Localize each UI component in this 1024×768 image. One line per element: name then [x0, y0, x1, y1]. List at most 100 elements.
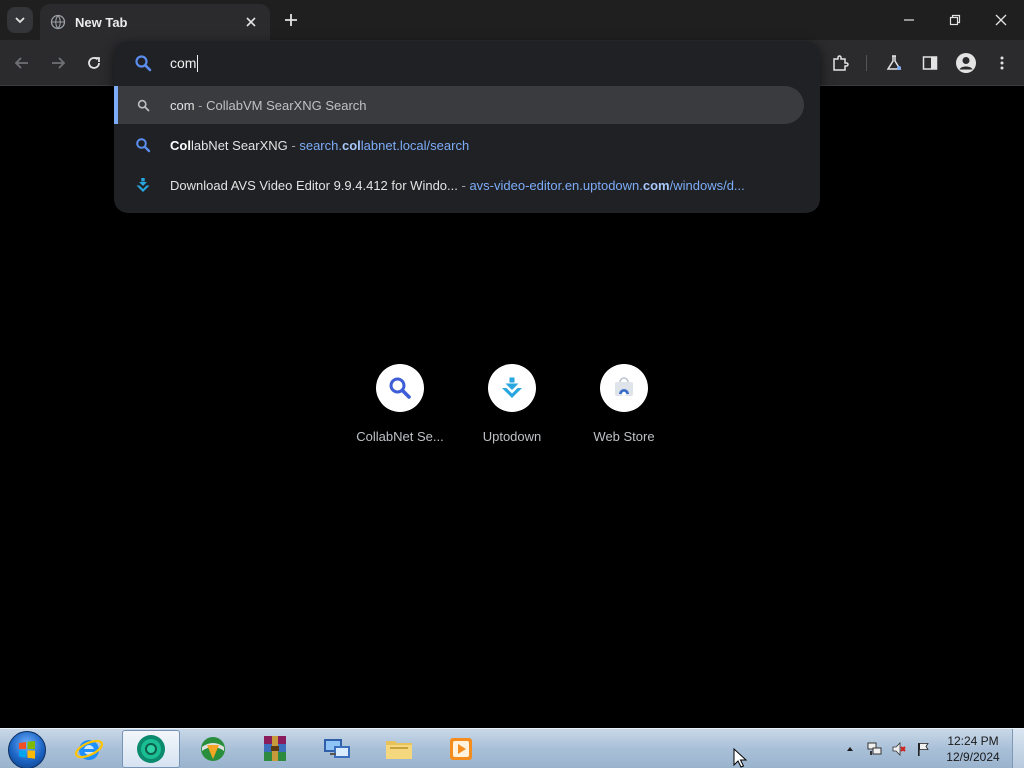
- suggestion-row-search[interactable]: com - CollabVM SearXNG Search: [114, 86, 804, 124]
- suggestion-separator: -: [287, 137, 300, 153]
- arrow-right-icon: [52, 57, 66, 69]
- windows-taskbar: 12:24 PM 12/9/2024: [0, 728, 1024, 768]
- minimize-icon: [904, 19, 914, 21]
- taskbar-clock[interactable]: 12:24 PM 12/9/2024: [936, 733, 1010, 765]
- close-icon: [995, 14, 1007, 26]
- search-icon: [389, 377, 411, 399]
- shortcut-icon-circle: [376, 364, 424, 412]
- remote-desktop-icon: [324, 739, 350, 758]
- searxng-search-icon: [135, 137, 151, 153]
- tray-network[interactable]: [864, 729, 886, 768]
- search-icon: [135, 97, 151, 113]
- suggestion-url: search.collabnet.local/search: [299, 138, 469, 153]
- minimize-button[interactable]: [886, 0, 932, 40]
- show-desktop-button[interactable]: [1012, 729, 1024, 768]
- clock-date: 12/9/2024: [946, 750, 1000, 764]
- suggestion-url-match: col: [341, 137, 361, 153]
- shortcut-label: CollabNet Se...: [356, 429, 444, 444]
- suggestion-row-collabnet[interactable]: CollabNet SearXNG - search.collabnet.loc…: [114, 126, 804, 164]
- shortcut-label: Web Store: [593, 429, 655, 444]
- volume-muted-icon: [892, 742, 906, 756]
- reload-icon: [88, 57, 100, 69]
- close-tab-icon[interactable]: [242, 13, 260, 31]
- text-caret: [197, 54, 199, 72]
- tab-search-button[interactable]: [7, 7, 33, 33]
- clock-time: 12:24 PM: [947, 734, 999, 748]
- suggestion-separator: -: [194, 97, 207, 113]
- suggestion-title: Download AVS Video Editor 9.9.4.412 for …: [170, 177, 458, 193]
- tab-title: New Tab: [75, 14, 128, 30]
- web-store-icon: [615, 377, 633, 397]
- suggestion-query: com: [170, 97, 195, 113]
- suggestion-url-post: labnet.local/search: [360, 137, 470, 153]
- puzzle-icon: [833, 55, 849, 71]
- taskbar-winrar[interactable]: [246, 730, 304, 768]
- start-button[interactable]: [8, 731, 46, 768]
- profile-button[interactable]: [954, 51, 978, 75]
- plus-icon: [285, 14, 297, 26]
- suggestion-url-pre: search.: [299, 137, 342, 153]
- suggestion-text: com - CollabVM SearXNG Search: [170, 98, 367, 113]
- avatar-icon: [956, 53, 976, 73]
- menu-button[interactable]: [990, 51, 1014, 75]
- suggestion-title: labNet SearXNG: [190, 137, 288, 153]
- reload-button[interactable]: [82, 51, 106, 75]
- tab-strip: New Tab: [0, 0, 1024, 40]
- tray-volume[interactable]: [888, 729, 910, 768]
- media-player-icon: [450, 738, 472, 760]
- taskbar-internet-download-manager[interactable]: [184, 730, 242, 768]
- address-input[interactable]: com: [170, 53, 199, 73]
- taskbar-remote-desktop[interactable]: [308, 730, 366, 768]
- flag-icon: [918, 743, 929, 756]
- extensions-button[interactable]: [828, 51, 852, 75]
- suggestion-url-match: com: [642, 177, 670, 193]
- windows-logo-icon: [19, 741, 35, 759]
- side-panel-button[interactable]: [918, 51, 942, 75]
- folder-icon: [386, 741, 412, 759]
- omnibox-dropdown: com com - CollabVM SearXNG Search Collab…: [114, 41, 820, 213]
- shortcut-web-store[interactable]: Web Store: [568, 364, 680, 454]
- winrar-icon: [264, 736, 286, 761]
- tray-action-center[interactable]: [912, 729, 934, 768]
- suggestion-url: avs-video-editor.en.uptodown.com/windows…: [469, 178, 744, 193]
- suggestion-url-pre: avs-video-editor.en.uptodown.: [469, 177, 643, 193]
- mouse-cursor-icon: [733, 748, 747, 768]
- chrome-icon: [137, 735, 165, 763]
- show-hidden-icons-button[interactable]: [842, 729, 858, 768]
- shortcut-icon-circle: [488, 364, 536, 412]
- taskbar-media-player[interactable]: [432, 730, 490, 768]
- shortcut-uptodown[interactable]: Uptodown: [456, 364, 568, 454]
- taskbar-chrome[interactable]: [122, 730, 180, 768]
- globe-icon: [50, 14, 66, 30]
- arrow-left-icon: [14, 57, 28, 69]
- chevron-down-icon: [15, 17, 25, 24]
- new-tab-button[interactable]: [281, 10, 301, 30]
- shortcut-collabnet[interactable]: CollabNet Se...: [344, 364, 456, 454]
- uptodown-icon: [502, 377, 522, 398]
- labs-button[interactable]: [882, 51, 906, 75]
- internet-download-manager-icon: [201, 737, 225, 761]
- suggestion-match: Col: [170, 137, 191, 153]
- address-bar[interactable]: com: [114, 41, 820, 85]
- suggestion-url-post: /windows/d...: [669, 177, 745, 193]
- restore-button[interactable]: [932, 0, 978, 40]
- close-window-button[interactable]: [978, 0, 1024, 40]
- chevron-up-icon: [847, 747, 853, 751]
- flask-icon: [886, 55, 902, 70]
- more-vert-icon: [1000, 56, 1004, 70]
- tab-new-tab[interactable]: New Tab: [40, 4, 270, 40]
- suggestion-row-avs[interactable]: Download AVS Video Editor 9.9.4.412 for …: [114, 166, 804, 204]
- suggestion-separator: -: [457, 177, 470, 193]
- side-panel-icon: [922, 56, 938, 70]
- taskbar-internet-explorer[interactable]: [60, 730, 118, 768]
- suggestion-engine: CollabVM SearXNG Search: [206, 97, 367, 113]
- restore-icon: [949, 14, 961, 26]
- shortcut-icon-circle: [600, 364, 648, 412]
- suggestion-text: CollabNet SearXNG - search.collabnet.loc…: [170, 138, 469, 153]
- shortcut-label: Uptodown: [482, 429, 542, 444]
- network-icon: [867, 742, 882, 755]
- taskbar-file-explorer[interactable]: [370, 730, 428, 768]
- back-button[interactable]: [10, 51, 34, 75]
- forward-button[interactable]: [46, 51, 70, 75]
- address-input-value: com: [170, 55, 197, 71]
